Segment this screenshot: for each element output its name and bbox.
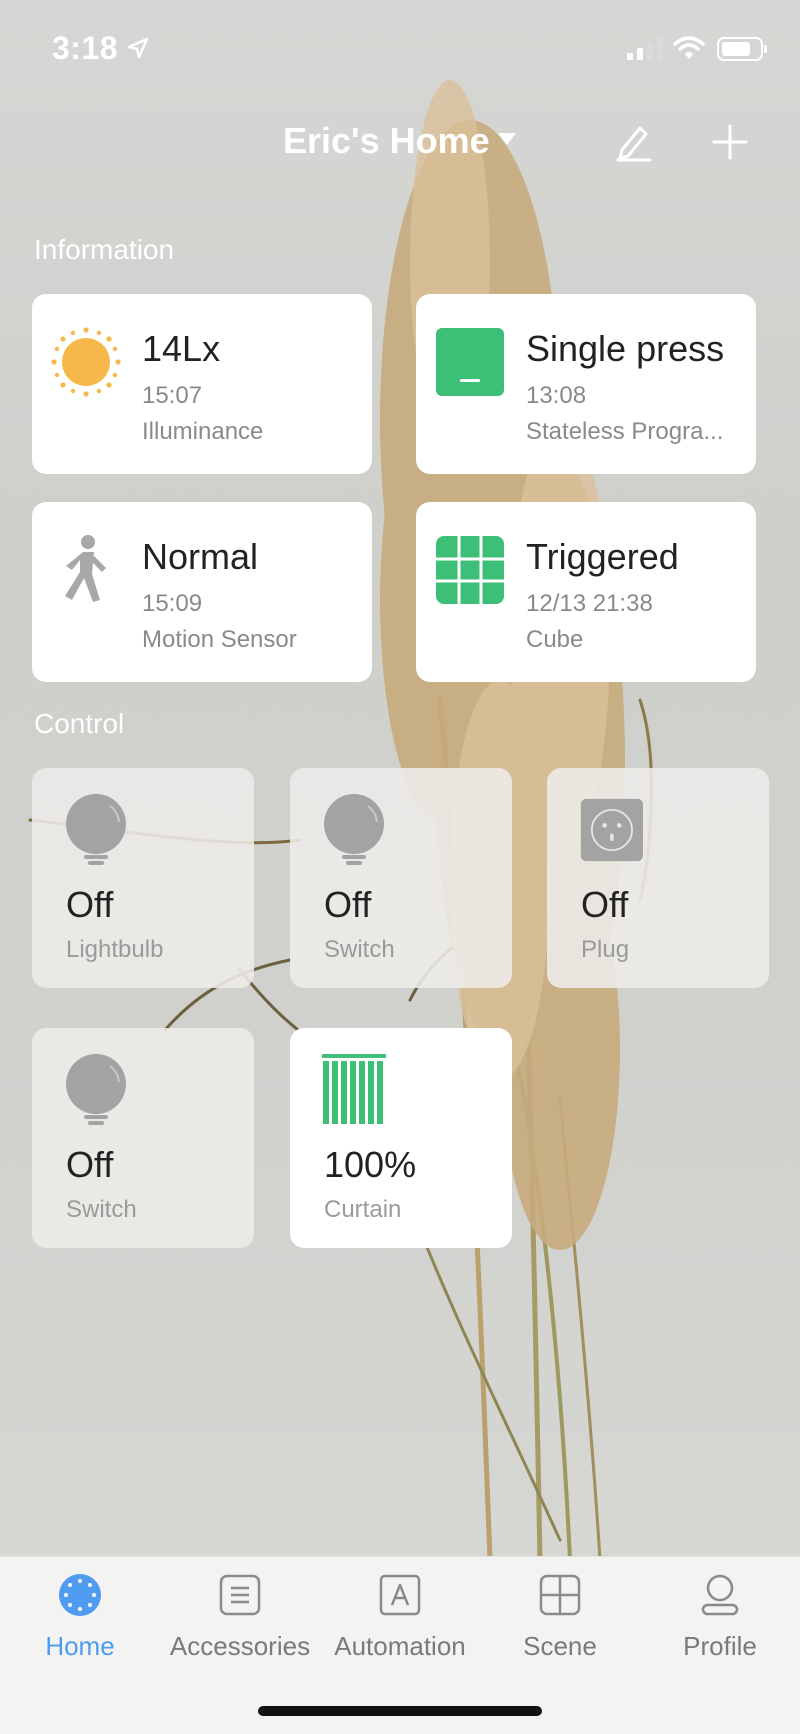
- control-tile-plug[interactable]: Off Plug: [547, 768, 769, 988]
- status-bar: 3:18: [0, 0, 800, 100]
- tab-scene[interactable]: Scene: [480, 1557, 640, 1687]
- add-button[interactable]: [710, 120, 750, 164]
- curtain-icon: [322, 1054, 386, 1124]
- motion-value: Normal: [142, 536, 259, 577]
- wifi-icon: [673, 36, 705, 59]
- lightbulb-label: Lightbulb: [66, 936, 164, 963]
- control-tile-lightbulb[interactable]: Off Lightbulb: [32, 768, 254, 988]
- profile-icon: [701, 1574, 739, 1616]
- lightbulb-state: Off: [66, 884, 114, 925]
- plug-label: Plug: [581, 936, 630, 963]
- control-tile-switch[interactable]: Off Switch: [290, 768, 512, 988]
- info-card-illuminance[interactable]: 14Lx 15:07 Illuminance: [32, 294, 372, 474]
- cube-label: Cube: [526, 626, 584, 653]
- plug-icon: [580, 798, 643, 862]
- switch-label: Switch: [66, 1196, 137, 1223]
- curtain-label: Curtain: [324, 1196, 402, 1223]
- switch-state: Off: [324, 884, 372, 925]
- tab-accessories-label: Accessories: [169, 1631, 311, 1661]
- accessories-list-icon: [219, 1574, 261, 1616]
- illuminance-label: Illuminance: [142, 418, 264, 445]
- status-time: 3:18: [52, 30, 119, 66]
- tab-scene-label: Scene: [523, 1631, 597, 1661]
- switch-state: Off: [66, 1144, 114, 1185]
- stateless-label: Stateless Progra...: [526, 418, 724, 445]
- signal-icon: [627, 38, 663, 60]
- automation-icon: [379, 1574, 421, 1616]
- location-arrow-icon: [127, 37, 149, 59]
- switch-label: Switch: [324, 936, 395, 963]
- add-icon: [712, 124, 748, 160]
- lightbulb-icon: [66, 794, 126, 865]
- tab-accessories[interactable]: Accessories: [160, 1557, 320, 1687]
- home-title[interactable]: Eric's Home: [283, 120, 490, 162]
- edit-button[interactable]: [614, 120, 654, 164]
- plug-state: Off: [581, 884, 629, 925]
- info-card-stateless-switch[interactable]: Single press 13:08 Stateless Progra...: [416, 294, 756, 474]
- tab-home[interactable]: Home: [0, 1557, 160, 1687]
- illuminance-time: 15:07: [142, 382, 203, 409]
- control-tile-curtain[interactable]: 100% Curtain: [290, 1028, 512, 1248]
- tab-profile[interactable]: Profile: [640, 1557, 800, 1687]
- cube-value: Triggered: [526, 536, 679, 577]
- stateless-time: 13:08: [526, 382, 587, 409]
- switch-button-icon: [436, 328, 504, 396]
- tab-home-label: Home: [45, 1631, 115, 1661]
- tab-profile-label: Profile: [683, 1631, 757, 1661]
- lightbulb-icon: [324, 794, 384, 865]
- caret-down-icon[interactable]: [497, 132, 517, 146]
- tab-automation-label: Automation: [334, 1631, 466, 1661]
- scene-grid-icon: [539, 1574, 581, 1616]
- battery-icon: [717, 37, 767, 61]
- home-indicator: [258, 1706, 542, 1716]
- cube-grid-icon: [436, 536, 504, 604]
- home-dots-icon: [59, 1574, 101, 1616]
- curtain-state: 100%: [324, 1144, 417, 1185]
- edit-icon: [616, 126, 652, 162]
- cube-time: 12/13 21:38: [526, 590, 653, 617]
- control-section-title: Control: [34, 708, 125, 739]
- motion-label: Motion Sensor: [142, 626, 297, 653]
- info-card-motion-sensor[interactable]: Normal 15:09 Motion Sensor: [32, 502, 372, 682]
- walking-person-icon: [65, 535, 106, 602]
- info-card-cube[interactable]: Triggered 12/13 21:38 Cube: [416, 502, 756, 682]
- tab-automation[interactable]: Automation: [320, 1557, 480, 1687]
- lightbulb-icon: [66, 1054, 126, 1125]
- motion-time: 15:09: [142, 590, 203, 617]
- control-tile-switch[interactable]: Off Switch: [32, 1028, 254, 1248]
- information-section-title: Information: [34, 234, 175, 265]
- illuminance-value: 14Lx: [142, 328, 221, 369]
- stateless-value: Single press: [526, 328, 725, 369]
- sun-icon: [51, 327, 121, 397]
